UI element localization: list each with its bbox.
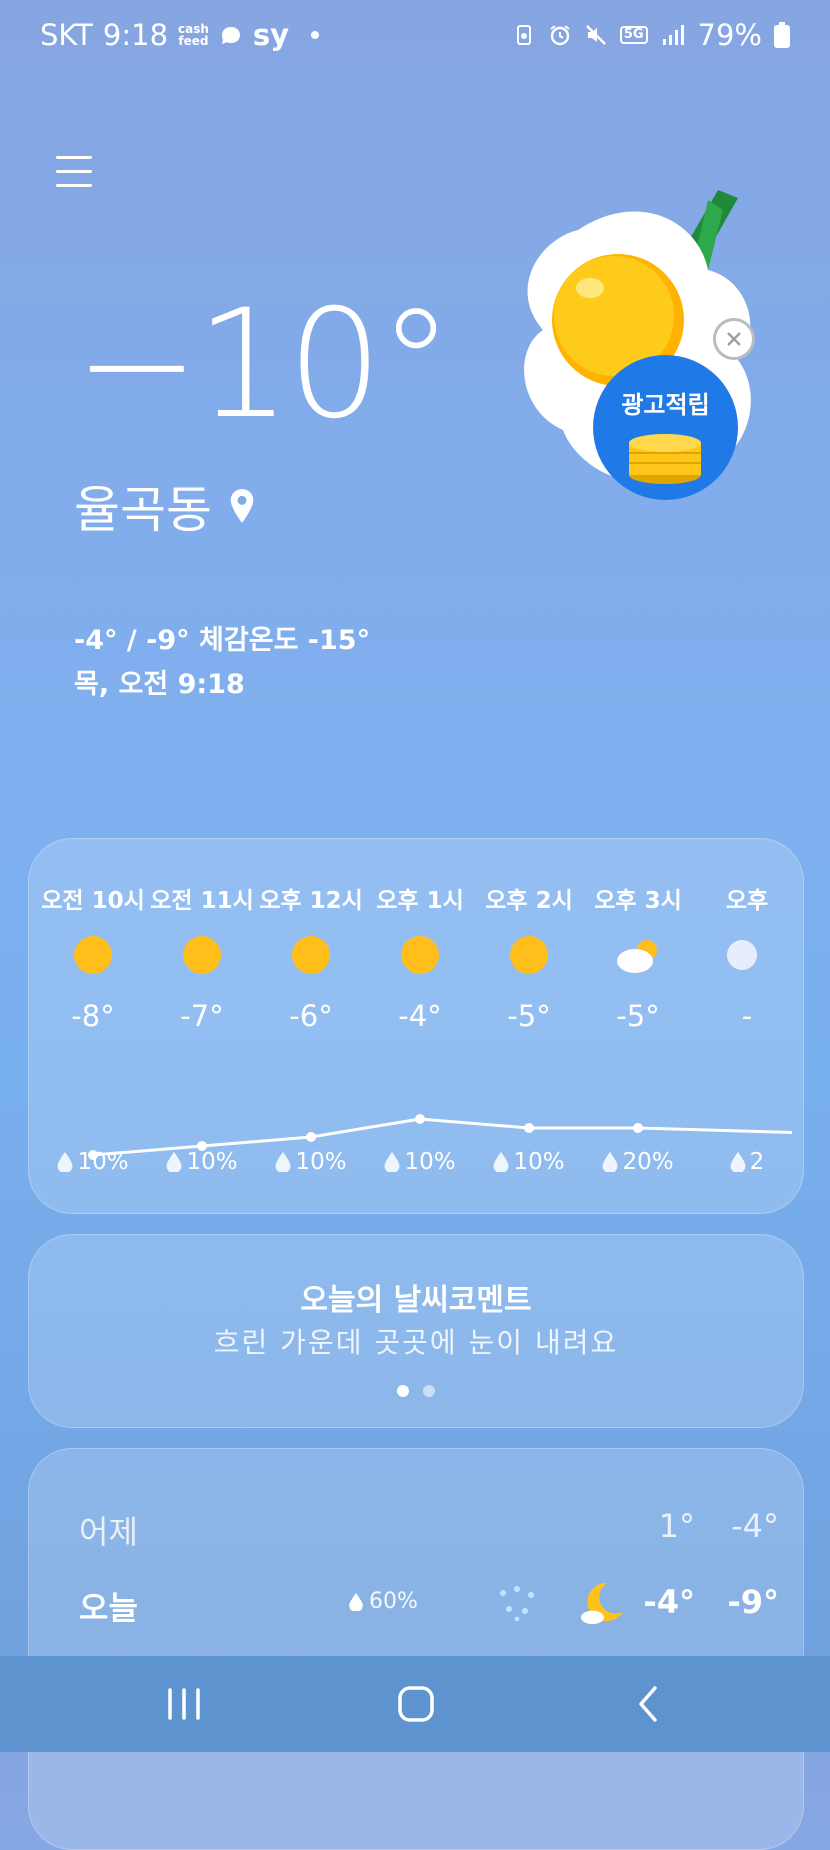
cashfeed-icon: cash feed [178, 23, 209, 47]
hi-lo-feels-like: -4° / -9° 체감온도 -15° [74, 625, 371, 656]
location-name: 율곡동 [74, 481, 212, 539]
hourly-time: 오후 12시 [259, 888, 363, 914]
recent-apps-button[interactable] [154, 1680, 214, 1728]
daily-high: 1° [658, 1507, 695, 1545]
moon-icon [727, 940, 757, 970]
hourly-temp: -6° [289, 999, 333, 1033]
daily-day-label: 어제 [79, 1513, 138, 1551]
home-button[interactable] [386, 1680, 446, 1728]
weather-comment-card[interactable]: 오늘의 날씨코멘트 흐린 가운데 곳곳에 눈이 내려요 [28, 1234, 804, 1428]
hourly-time: 오전 10시 [41, 888, 145, 914]
partly-cloudy-icon [617, 940, 657, 973]
pager-dot-active[interactable] [397, 1385, 409, 1397]
carrier-label: SKT [40, 18, 93, 52]
daily-high: -4° [643, 1583, 695, 1621]
hourly-time: 오후 1시 [376, 888, 464, 914]
temperature-point [88, 1150, 98, 1160]
sun-icon [74, 936, 112, 974]
daily-low: -9° [727, 1583, 779, 1621]
daily-precip-value: 60% [369, 1589, 418, 1614]
location-pin-icon [230, 489, 254, 523]
chat-bubble-icon [221, 27, 240, 44]
hourly-temp: - [741, 999, 753, 1033]
daily-low: -4° [731, 1507, 779, 1545]
daily-row-today[interactable]: 오늘 60% -4° -9° [79, 1577, 779, 1637]
ad-reward-badge[interactable]: 광고적립 [593, 355, 738, 500]
hourly-temp: -5° [507, 999, 551, 1033]
snow-icon [500, 1586, 534, 1622]
hourly-time: 오후 2시 [485, 888, 573, 914]
ad-banner[interactable]: 광고적립 [518, 170, 786, 510]
hourly-time: 오후 3시 [594, 888, 682, 914]
location-row[interactable]: 율곡동 [74, 470, 256, 542]
daily-precip: 60% [349, 1589, 418, 1614]
pager-dot[interactable] [423, 1385, 435, 1397]
sun-icon [292, 936, 330, 974]
sun-icon [183, 936, 221, 974]
hourly-forecast-card[interactable]: 오전 10시 -8° 10% 오전 11시 -7° 10% 오후 12시 -6° 10% 오후 1… [28, 838, 804, 1214]
close-icon [727, 332, 741, 346]
temperature-trend-line [92, 1117, 793, 1157]
weather-comment-title: 오늘의 날씨코멘트 [300, 1283, 532, 1318]
status-right: 5G 79% [512, 18, 790, 52]
hourly-time: 오전 11시 [150, 888, 254, 914]
hourly-temp: -8° [71, 999, 115, 1033]
signal-icon [662, 25, 684, 45]
cashfeed-bottom: feed [178, 34, 209, 48]
hourly-temp: -5° [616, 999, 660, 1033]
hourly-temp: -7° [180, 999, 224, 1033]
daily-forecast-card[interactable]: 어제 1° -4° 오늘 60% -4° -9° [28, 1448, 804, 1850]
clock: 9:18 [102, 18, 169, 52]
status-left: SKT 9:18 cash feed sy [40, 18, 320, 52]
hourly-time: 오후 [725, 888, 769, 914]
ad-close-button[interactable] [713, 318, 755, 360]
battery-percent: 79% [697, 18, 762, 52]
coin-stack-icon [629, 434, 701, 484]
back-icon [639, 1686, 657, 1722]
raindrop-icon [349, 1592, 363, 1611]
weather-comment-text: 흐린 가운데 곳곳에 눈이 내려요 [213, 1326, 619, 1359]
notification-dot [311, 31, 320, 39]
home-icon [398, 1686, 434, 1722]
temperature-point [197, 1141, 207, 1151]
battery-icon [774, 22, 790, 48]
system-navigation-bar [0, 1656, 830, 1752]
ad-reward-label: 광고적립 [621, 391, 710, 419]
recent-apps-icon [168, 1688, 200, 1720]
daily-row-yesterday[interactable]: 어제 1° -4° [79, 1501, 779, 1561]
moon-cloud-icon [580, 1582, 624, 1625]
comment-pager[interactable] [29, 1385, 803, 1397]
mute-icon [585, 25, 606, 45]
sun-icon [510, 936, 548, 974]
network-icon: 5G [619, 26, 648, 44]
recycle-icon [516, 25, 531, 45]
temperature-point [306, 1132, 316, 1142]
current-temperature: −10° [74, 278, 454, 452]
hourly-temp: -4° [398, 999, 442, 1033]
daily-day-label: 오늘 [79, 1589, 138, 1627]
hourly-temperature-line [88, 1114, 793, 1160]
status-bar: SKT 9:18 cash feed sy 5G 79% [0, 0, 830, 78]
back-button[interactable] [618, 1680, 678, 1728]
alarm-icon [550, 25, 570, 46]
temperature-point [524, 1123, 534, 1133]
current-datetime: 목, 오전 9:18 [74, 669, 245, 700]
sun-icon [401, 936, 439, 974]
temperature-point [633, 1123, 643, 1133]
sy-label: sy [252, 18, 290, 52]
hamburger-menu-icon[interactable] [56, 156, 92, 192]
temperature-point [415, 1114, 425, 1124]
